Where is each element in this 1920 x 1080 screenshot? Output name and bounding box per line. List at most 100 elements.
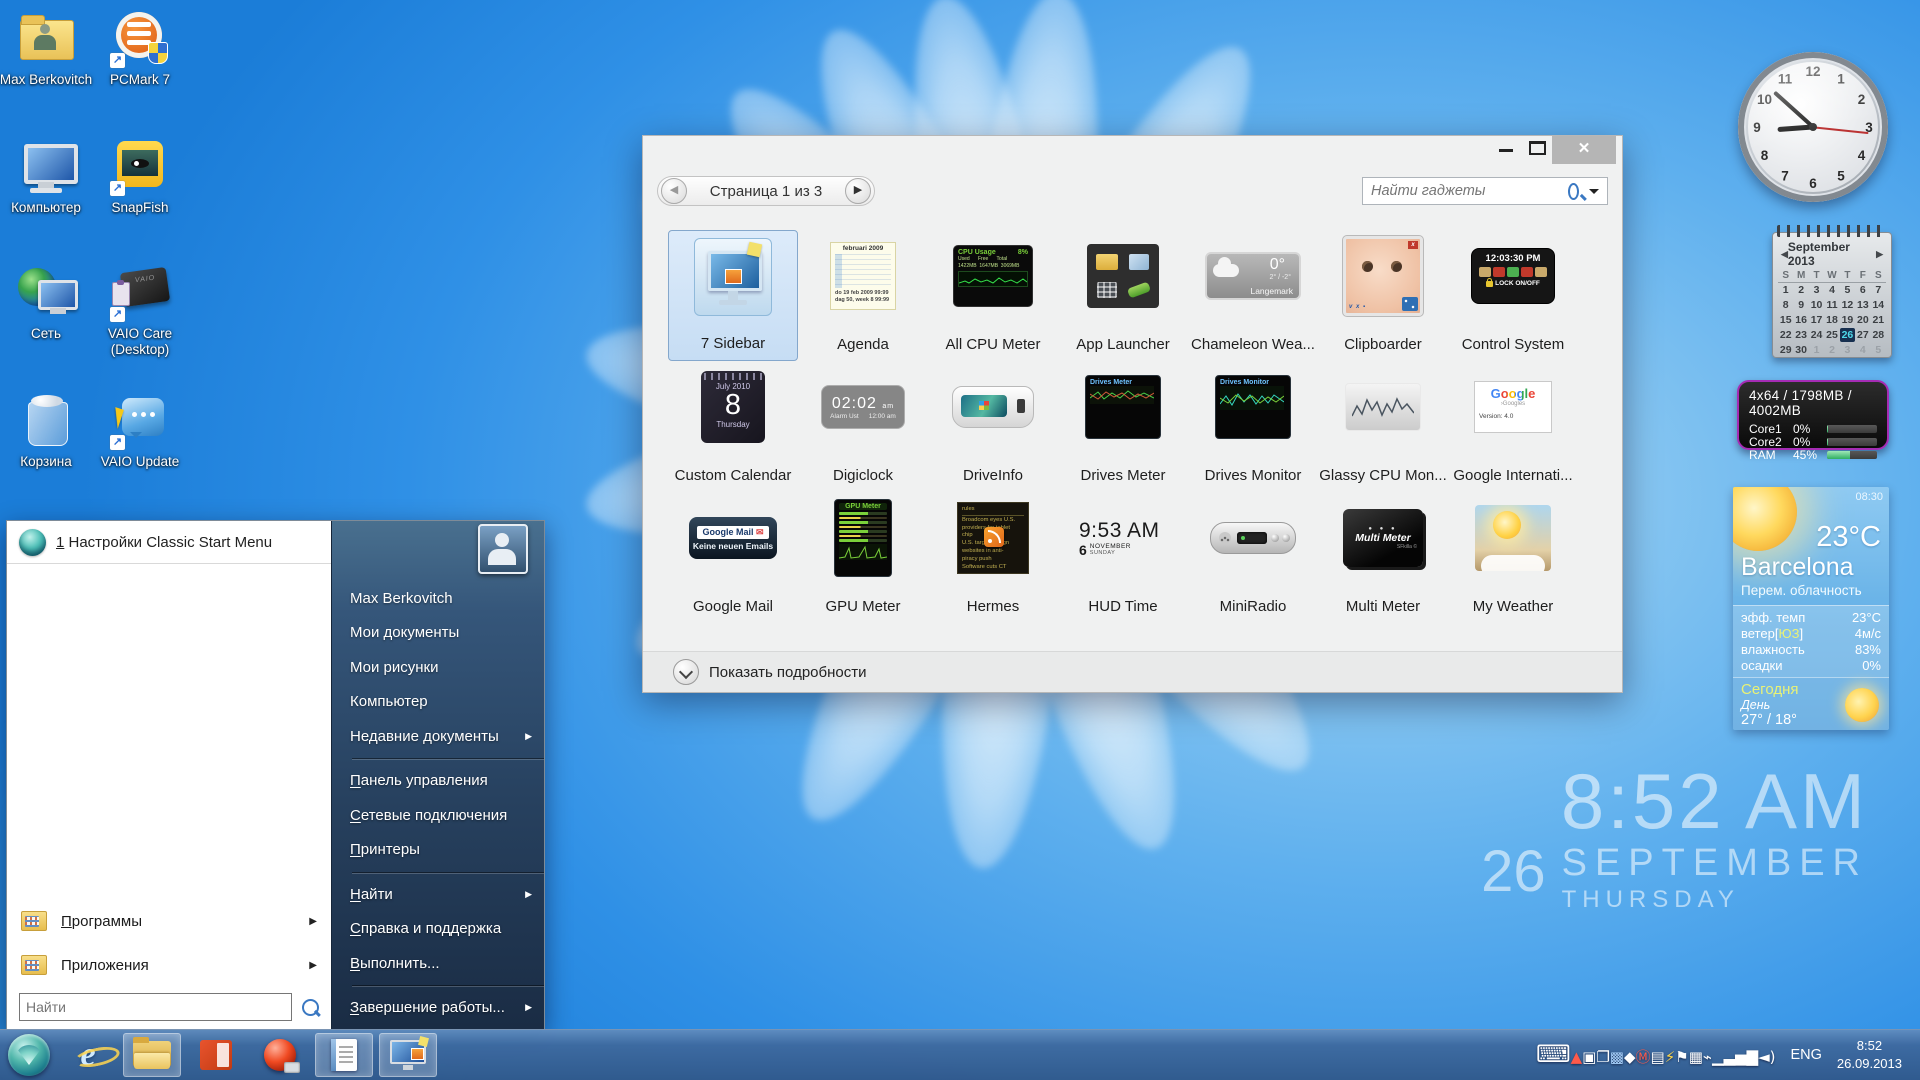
calendar-day[interactable]: 3	[1809, 283, 1824, 297]
calendar-day[interactable]: 13	[1855, 298, 1870, 312]
calendar-day[interactable]: 5	[1840, 283, 1855, 297]
desktop-icon-snapfish[interactable]: ↗ SnapFish	[88, 138, 192, 216]
calendar-day[interactable]: 1	[1809, 343, 1824, 357]
calendar-day[interactable]: 1	[1778, 283, 1793, 297]
gadget-search-input[interactable]	[1363, 183, 1568, 199]
close-button[interactable]: ✕	[1552, 136, 1616, 164]
taskbar-notepad[interactable]	[315, 1033, 373, 1077]
analog-clock-gadget[interactable]: 12 1 2 3 4 5 6 7 8 9 10 11	[1738, 52, 1888, 202]
calendar-day[interactable]: 5	[1871, 343, 1886, 357]
taskbar-clock[interactable]: 8:52 26.09.2013	[1837, 1037, 1902, 1072]
gadget-app-launcher[interactable]: App Launcher	[1058, 230, 1188, 361]
backup-vault-icon[interactable]: ▣	[1582, 1048, 1596, 1066]
calendar-day[interactable]: 17	[1809, 313, 1824, 327]
start-menu-item[interactable]: Найти ▶	[332, 877, 544, 912]
calendar-prev-button[interactable]: ◀	[1781, 249, 1788, 260]
calendar-day[interactable]: 14	[1871, 298, 1886, 312]
gadget-google-mail[interactable]: Google Mail ✉ Keine neuen Emails Google …	[668, 492, 798, 623]
cpu-ram-meter-gadget[interactable]: 4x64 / 1798MB / 4002MB Core1 0% Core2 0%…	[1737, 380, 1889, 450]
gadget-gpu-meter[interactable]: GPU Meter GPU Meter	[798, 492, 928, 623]
user-avatar[interactable]	[478, 524, 528, 574]
magnifier-window-icon[interactable]: ▦	[1689, 1048, 1703, 1066]
calendar-day[interactable]: 6	[1855, 283, 1870, 297]
start-menu-item[interactable]: Завершение работы... ▶	[332, 991, 544, 1026]
desktop-icon-vaio-care[interactable]: VAIO↗ VAIO Care (Desktop)	[88, 264, 192, 357]
search-dropdown-arrow-icon[interactable]	[1589, 189, 1599, 199]
gadget-driveinfo[interactable]: DriveInfo	[928, 361, 1058, 492]
start-menu-item[interactable]: Недавние документы ▶	[332, 719, 544, 754]
calendar-day[interactable]: 29	[1778, 343, 1793, 357]
gadget-custom-calendar[interactable]: July 2010 8 Thursday Custom Calendar	[668, 361, 798, 492]
gadget-all-cpu-meter[interactable]: CPU Usage8% Used Free Total 1422MB 1647M…	[928, 230, 1058, 361]
calendar-day[interactable]: 30	[1793, 343, 1808, 357]
next-page-button[interactable]: ▶	[845, 178, 871, 204]
power-plug-icon[interactable]: ⌁	[1703, 1048, 1712, 1066]
clipboard-utility-icon[interactable]: ▤	[1651, 1048, 1665, 1066]
minimize-button[interactable]	[1492, 136, 1522, 158]
calendar-day[interactable]: 9	[1793, 298, 1808, 312]
calendar-day[interactable]: 27	[1855, 328, 1870, 342]
gpu-utility-icon[interactable]: ▲	[1571, 1048, 1583, 1066]
intel-utility-icon[interactable]: ▩	[1610, 1048, 1624, 1066]
calendar-day[interactable]: 2	[1824, 343, 1839, 357]
calendar-day[interactable]: 23	[1793, 328, 1808, 342]
search-icon[interactable]	[302, 999, 319, 1016]
calendar-day[interactable]: 15	[1778, 313, 1793, 327]
language-indicator[interactable]: ENG	[1791, 1047, 1822, 1063]
calendar-day[interactable]: 26	[1840, 328, 1855, 342]
gadget-chameleon-weather[interactable]: 0° 2° / -2° Langemark Chameleon Wea...	[1188, 230, 1318, 361]
start-menu-item[interactable]: Мои рисунки	[332, 650, 544, 685]
start-menu-item[interactable]: Сетевые подключения	[332, 798, 544, 833]
previous-page-button[interactable]: ◀	[661, 178, 687, 204]
start-menu-item[interactable]: Принтеры	[332, 833, 544, 868]
gadget-multi-meter[interactable]: ● ● ● Multi Meter SFkilla © Multi Meter	[1318, 492, 1448, 623]
calendar-day[interactable]: 22	[1778, 328, 1793, 342]
desktop-icon-vaio-update[interactable]: ↗ VAIO Update	[88, 392, 192, 470]
calendar-day[interactable]: 12	[1840, 298, 1855, 312]
gadget-agenda[interactable]: februari 2009 do 19 feb 2009 99:99 dag 5…	[798, 230, 928, 361]
calendar-day[interactable]: 24	[1809, 328, 1824, 342]
start-menu-item[interactable]: Мои документы	[332, 616, 544, 651]
start-menu-folder-item[interactable]: Программы ▶	[7, 899, 331, 943]
start-menu-item[interactable]	[332, 981, 544, 991]
gadget-7sidebar[interactable]: 7 Sidebar	[668, 230, 798, 361]
keyboard-icon[interactable]: ⌨	[1536, 1040, 1571, 1068]
start-menu-item[interactable]: Справка и поддержка	[332, 912, 544, 947]
display-utility-icon[interactable]: ❐	[1596, 1048, 1609, 1066]
gadget-google-international[interactable]: Google ›Googles Version: 4.0 Google Inte…	[1448, 361, 1578, 492]
show-details-label[interactable]: Показать подробности	[709, 664, 866, 681]
gadget-my-weather[interactable]: My Weather	[1448, 492, 1578, 623]
start-menu-item[interactable]: Max Berkovitch	[332, 581, 544, 616]
calendar-day[interactable]: 20	[1855, 313, 1870, 327]
gadget-clipboarder[interactable]: xv x ▪ Clipboarder	[1318, 230, 1448, 361]
desktop-icon-pcmark[interactable]: ↗ PCMark 7	[88, 10, 192, 88]
calendar-day[interactable]: 16	[1793, 313, 1808, 327]
taskbar-media-app[interactable]	[251, 1033, 309, 1077]
gadget-digiclock[interactable]: 02:02 am Alarm Ust12:00 am Digiclock	[798, 361, 928, 492]
calendar-day[interactable]: 2	[1793, 283, 1808, 297]
calendar-day[interactable]: 28	[1871, 328, 1886, 342]
calendar-day[interactable]: 18	[1824, 313, 1839, 327]
calendar-day[interactable]: 10	[1809, 298, 1824, 312]
start-menu-item[interactable]: Панель управления	[332, 764, 544, 799]
gadget-drives-monitor[interactable]: Drives Monitor Drives Monitor	[1188, 361, 1318, 492]
volume-icon[interactable]: ◄)	[1758, 1048, 1775, 1066]
classic-start-menu-settings-item[interactable]: 1 Настройки Classic Start Menu	[7, 521, 331, 564]
calendar-gadget[interactable]: ◀ September 2013 ▶ SMTWTFS 1234567891011…	[1772, 232, 1892, 358]
calendar-next-button[interactable]: ▶	[1876, 249, 1883, 260]
start-menu-item[interactable]	[332, 867, 544, 877]
calendar-day[interactable]: 4	[1855, 343, 1870, 357]
mcafee-icon[interactable]: Ⓜ	[1636, 1048, 1651, 1066]
calendar-day[interactable]: 3	[1840, 343, 1855, 357]
calendar-day[interactable]: 8	[1778, 298, 1793, 312]
gadget-glassy-cpu-monitor[interactable]: Glassy CPU Mon...	[1318, 361, 1448, 492]
desktop-icon-computer[interactable]: Компьютер	[0, 138, 98, 216]
desktop-icon-user-folder[interactable]: Max Berkovitch	[0, 10, 98, 88]
taskbar-gadgets-app[interactable]	[379, 1033, 437, 1077]
taskbar-office[interactable]	[187, 1033, 245, 1077]
gadget-miniradio[interactable]: MiniRadio	[1188, 492, 1318, 623]
start-menu-item[interactable]: Компьютер	[332, 685, 544, 720]
gadget-drives-meter[interactable]: Drives Meter Drives Meter	[1058, 361, 1188, 492]
calendar-day[interactable]: 11	[1824, 298, 1839, 312]
show-details-chevron-icon[interactable]	[673, 659, 699, 685]
